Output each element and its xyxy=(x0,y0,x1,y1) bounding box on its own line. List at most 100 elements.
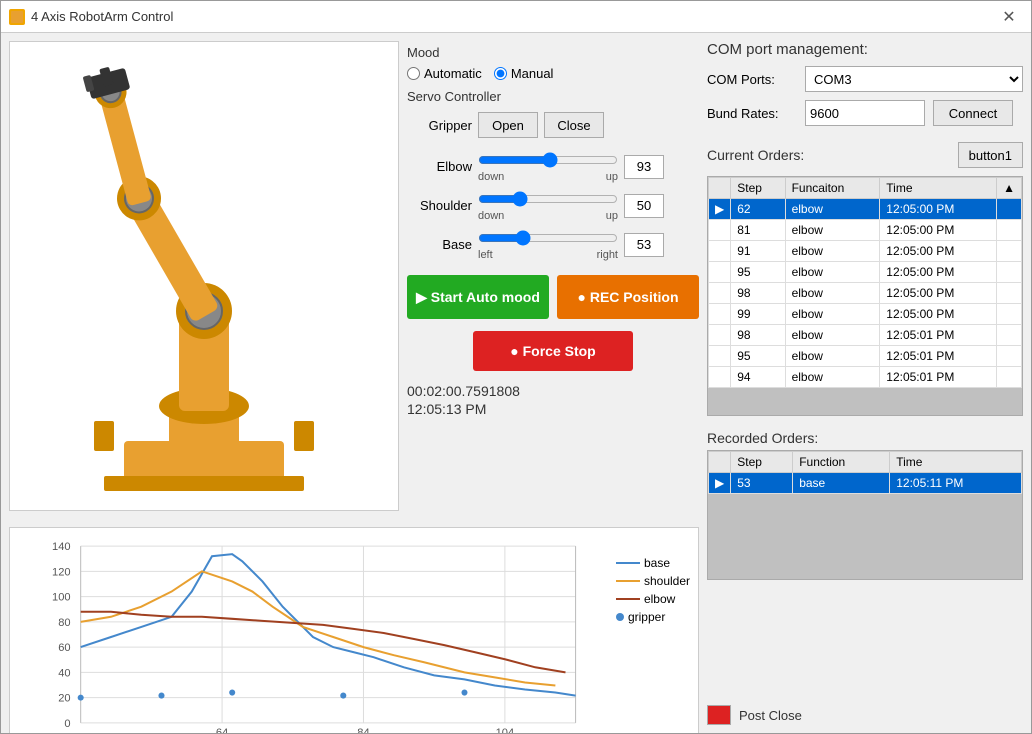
rec-col-time: Time xyxy=(890,452,1022,473)
row-time: 12:05:00 PM xyxy=(880,220,997,241)
row-indicator: ▶ xyxy=(709,473,731,494)
app-icon xyxy=(9,9,25,25)
baud-rates-input[interactable] xyxy=(805,100,925,126)
base-max-label: right xyxy=(597,249,618,261)
legend-elbow-color xyxy=(616,598,640,600)
row-indicator xyxy=(709,241,731,262)
title-bar-left: 4 Axis RobotArm Control xyxy=(9,9,173,25)
rec-col-step: Step xyxy=(731,452,793,473)
com-title: COM port management: xyxy=(707,41,1023,58)
row-step: 53 xyxy=(731,473,793,494)
current-orders-table-container[interactable]: Step Funcaiton Time ▲ ▶ 62 elbow 12:05:0… xyxy=(707,176,1023,416)
com-ports-label: COM Ports: xyxy=(707,72,797,87)
row-scroll xyxy=(997,220,1022,241)
base-value[interactable] xyxy=(624,233,664,257)
elbow-slider[interactable] xyxy=(478,150,618,170)
table-row[interactable]: ▶ 53 base 12:05:11 PM xyxy=(709,473,1022,494)
svg-text:84: 84 xyxy=(357,727,369,733)
table-row[interactable]: 81 elbow 12:05:00 PM xyxy=(709,220,1022,241)
main-window: 4 Axis RobotArm Control ✕ xyxy=(0,0,1032,734)
close-button[interactable]: ✕ xyxy=(995,3,1023,31)
mood-automatic-radio[interactable] xyxy=(407,67,420,80)
elbow-slider-container: down up xyxy=(478,150,618,183)
elbow-min-label: down xyxy=(478,171,504,183)
row-step: 62 xyxy=(731,199,785,220)
legend-base-color xyxy=(616,562,640,564)
row-step: 95 xyxy=(731,262,785,283)
row-time: 12:05:01 PM xyxy=(880,346,997,367)
base-label: Base xyxy=(407,237,472,252)
com-ports-row: COM Ports: COM3 xyxy=(707,66,1023,92)
row-function: elbow xyxy=(785,283,880,304)
connect-button[interactable]: Connect xyxy=(933,100,1013,126)
legend-shoulder: shoulder xyxy=(616,574,690,588)
legend-elbow-label: elbow xyxy=(644,592,675,606)
legend-base: base xyxy=(616,556,690,570)
force-stop-button[interactable]: ● Force Stop xyxy=(473,331,633,371)
mood-manual-radio[interactable] xyxy=(494,67,507,80)
row-function: elbow xyxy=(785,241,880,262)
elbow-value[interactable]: 93 xyxy=(624,155,664,179)
row-indicator xyxy=(709,220,731,241)
row-scroll xyxy=(997,283,1022,304)
row-indicator xyxy=(709,367,731,388)
table-row[interactable]: 95 elbow 12:05:01 PM xyxy=(709,346,1022,367)
row-scroll xyxy=(997,199,1022,220)
table-row[interactable]: 94 elbow 12:05:01 PM xyxy=(709,367,1022,388)
col-indicator xyxy=(709,178,731,199)
svg-text:64: 64 xyxy=(216,727,228,733)
force-stop-row: ● Force Stop xyxy=(407,323,699,371)
title-bar: 4 Axis RobotArm Control ✕ xyxy=(1,1,1031,33)
recorded-orders-table-container[interactable]: Step Function Time ▶ 53 base 12:05:11 PM xyxy=(707,450,1023,580)
svg-text:80: 80 xyxy=(58,617,70,629)
col-scroll: ▲ xyxy=(997,178,1022,199)
elbow-max-label: up xyxy=(606,171,618,183)
robot-arm-svg xyxy=(24,51,384,501)
base-slider-container: left right xyxy=(478,228,618,261)
table-row[interactable]: 98 elbow 12:05:00 PM xyxy=(709,283,1022,304)
recorded-orders-table: Step Function Time ▶ 53 base 12:05:11 PM xyxy=(708,451,1022,494)
col-time: Time xyxy=(880,178,997,199)
row-time: 12:05:01 PM xyxy=(880,325,997,346)
start-auto-button[interactable]: ▶ Start Auto mood xyxy=(407,275,549,319)
row-indicator: ▶ xyxy=(709,199,731,220)
table-row[interactable]: 99 elbow 12:05:00 PM xyxy=(709,304,1022,325)
post-close-row: Post Close xyxy=(707,705,1023,725)
legend-gripper: gripper xyxy=(616,610,690,624)
current-orders-title: Current Orders: xyxy=(707,147,804,163)
elbow-row: Elbow down up 93 xyxy=(407,150,699,183)
table-row[interactable]: 98 elbow 12:05:01 PM xyxy=(709,325,1022,346)
table-row[interactable]: 95 elbow 12:05:00 PM xyxy=(709,262,1022,283)
gripper-close-button[interactable]: Close xyxy=(544,112,604,138)
shoulder-min-label: down xyxy=(478,210,504,222)
window-title: 4 Axis RobotArm Control xyxy=(31,9,173,24)
svg-text:40: 40 xyxy=(58,667,70,679)
shoulder-label: Shoulder xyxy=(407,198,472,213)
row-step: 81 xyxy=(731,220,785,241)
shoulder-max-label: up xyxy=(606,210,618,222)
mood-automatic-label[interactable]: Automatic xyxy=(407,66,482,81)
row-indicator xyxy=(709,346,731,367)
com-section: COM port management: COM Ports: COM3 Bun… xyxy=(707,41,1023,134)
row-scroll xyxy=(997,367,1022,388)
shoulder-value[interactable] xyxy=(624,194,664,218)
gripper-open-button[interactable]: Open xyxy=(478,112,538,138)
table-row[interactable]: ▶ 62 elbow 12:05:00 PM xyxy=(709,199,1022,220)
row-time: 12:05:01 PM xyxy=(880,367,997,388)
right-panel: COM port management: COM Ports: COM3 Bun… xyxy=(707,41,1023,725)
com-ports-select[interactable]: COM3 xyxy=(805,66,1023,92)
row-step: 91 xyxy=(731,241,785,262)
shoulder-slider[interactable] xyxy=(478,189,618,209)
mood-manual-label[interactable]: Manual xyxy=(494,66,554,81)
row-time: 12:05:00 PM xyxy=(880,199,997,220)
rec-position-button[interactable]: ● REC Position xyxy=(557,275,699,319)
shoulder-slider-labels: down up xyxy=(478,210,618,222)
gripper-label: Gripper xyxy=(407,118,472,133)
base-slider[interactable] xyxy=(478,228,618,248)
table-row[interactable]: 91 elbow 12:05:00 PM xyxy=(709,241,1022,262)
post-close-indicator xyxy=(707,705,731,725)
button1[interactable]: button1 xyxy=(958,142,1023,168)
svg-text:104: 104 xyxy=(496,727,515,733)
row-step: 99 xyxy=(731,304,785,325)
legend-shoulder-color xyxy=(616,580,640,582)
